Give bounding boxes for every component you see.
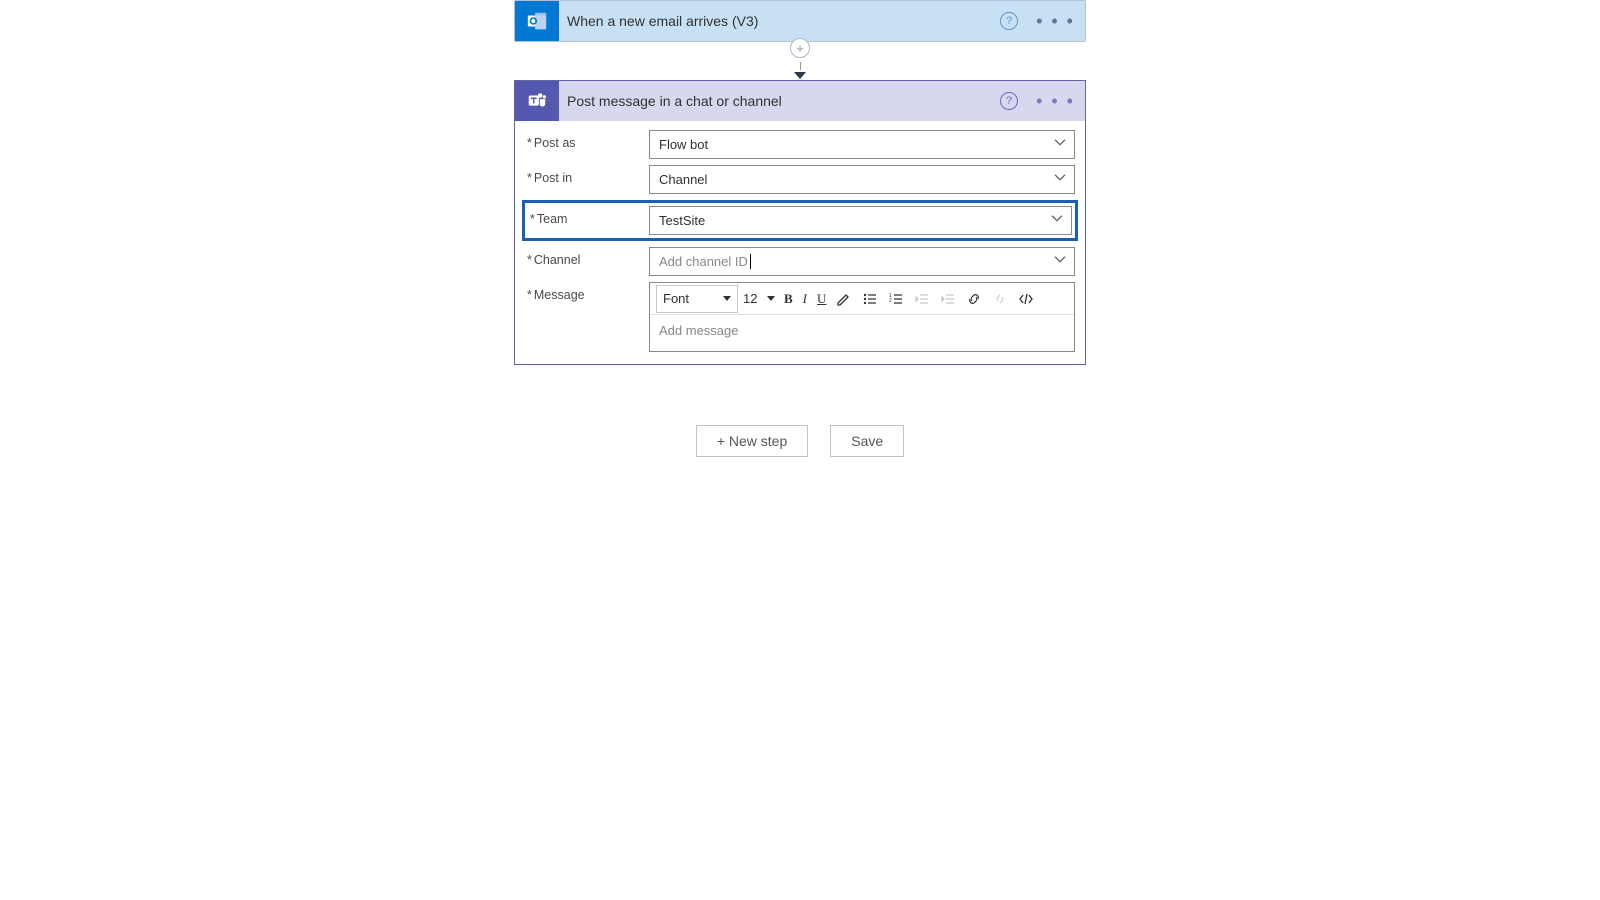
label-post-in: *Post in [525, 165, 649, 185]
arrow-down-icon [794, 72, 806, 79]
action-header[interactable]: Post message in a chat or channel ? • • … [515, 81, 1085, 121]
select-post-in[interactable]: Channel [649, 165, 1075, 194]
font-size-select[interactable]: 12 [740, 285, 778, 313]
message-textarea[interactable]: Add message [650, 315, 1074, 351]
highlight-box: *Team TestSite [522, 200, 1078, 241]
add-step-icon[interactable]: + [790, 38, 810, 58]
editor-toolbar: Font 12 B I U [650, 283, 1074, 315]
label-post-as: *Post as [525, 130, 649, 150]
input-channel[interactable]: Add channel ID [649, 247, 1075, 276]
underline-button[interactable]: U [813, 285, 830, 313]
number-list-button[interactable]: 12 [884, 285, 908, 313]
field-post-as: *Post as Flow bot [525, 130, 1075, 159]
outdent-button[interactable] [910, 285, 934, 313]
text-caret [750, 254, 751, 269]
more-icon[interactable]: • • • [1036, 92, 1075, 110]
svg-text:2: 2 [889, 298, 892, 304]
more-icon[interactable]: • • • [1036, 12, 1075, 30]
italic-button[interactable]: I [799, 285, 811, 313]
field-channel: *Channel Add channel ID [525, 247, 1075, 276]
new-step-button[interactable]: + New step [696, 425, 808, 457]
help-icon[interactable]: ? [1000, 12, 1018, 30]
select-team-value: TestSite [659, 213, 705, 228]
caret-down-icon [767, 296, 775, 301]
label-team: *Team [528, 206, 649, 226]
flow-connector: + [790, 42, 810, 80]
field-message: *Message Font 12 B I U [525, 282, 1075, 352]
highlight-button[interactable] [832, 285, 856, 313]
chevron-down-icon [1054, 171, 1066, 186]
chevron-down-icon [1054, 253, 1066, 268]
trigger-header[interactable]: When a new email arrives (V3) ? • • • [515, 1, 1085, 41]
footer-buttons: + New step Save [696, 425, 904, 457]
field-team: *Team TestSite [528, 206, 1072, 235]
indent-button[interactable] [936, 285, 960, 313]
bullet-list-button[interactable] [858, 285, 882, 313]
label-message: *Message [525, 282, 649, 302]
outlook-icon [515, 1, 559, 41]
field-post-in: *Post in Channel [525, 165, 1075, 194]
select-post-as-value: Flow bot [659, 137, 708, 152]
rich-text-editor: Font 12 B I U [649, 282, 1075, 352]
caret-down-icon [723, 296, 731, 301]
chevron-down-icon [1054, 136, 1066, 151]
code-view-button[interactable] [1014, 285, 1038, 313]
teams-icon [515, 81, 559, 121]
select-team[interactable]: TestSite [649, 206, 1072, 235]
help-icon[interactable]: ? [1000, 92, 1018, 110]
bold-button[interactable]: B [780, 285, 797, 313]
unlink-button[interactable] [988, 285, 1012, 313]
input-channel-placeholder: Add channel ID [659, 254, 748, 269]
font-select[interactable]: Font [656, 285, 738, 313]
action-body: *Post as Flow bot *Post in Channel [515, 121, 1085, 364]
label-channel: *Channel [525, 247, 649, 267]
chevron-down-icon [1051, 212, 1063, 227]
select-post-as[interactable]: Flow bot [649, 130, 1075, 159]
save-button[interactable]: Save [830, 425, 904, 457]
action-card: Post message in a chat or channel ? • • … [514, 80, 1086, 365]
link-button[interactable] [962, 285, 986, 313]
trigger-card[interactable]: When a new email arrives (V3) ? • • • [514, 0, 1086, 42]
select-post-in-value: Channel [659, 172, 707, 187]
